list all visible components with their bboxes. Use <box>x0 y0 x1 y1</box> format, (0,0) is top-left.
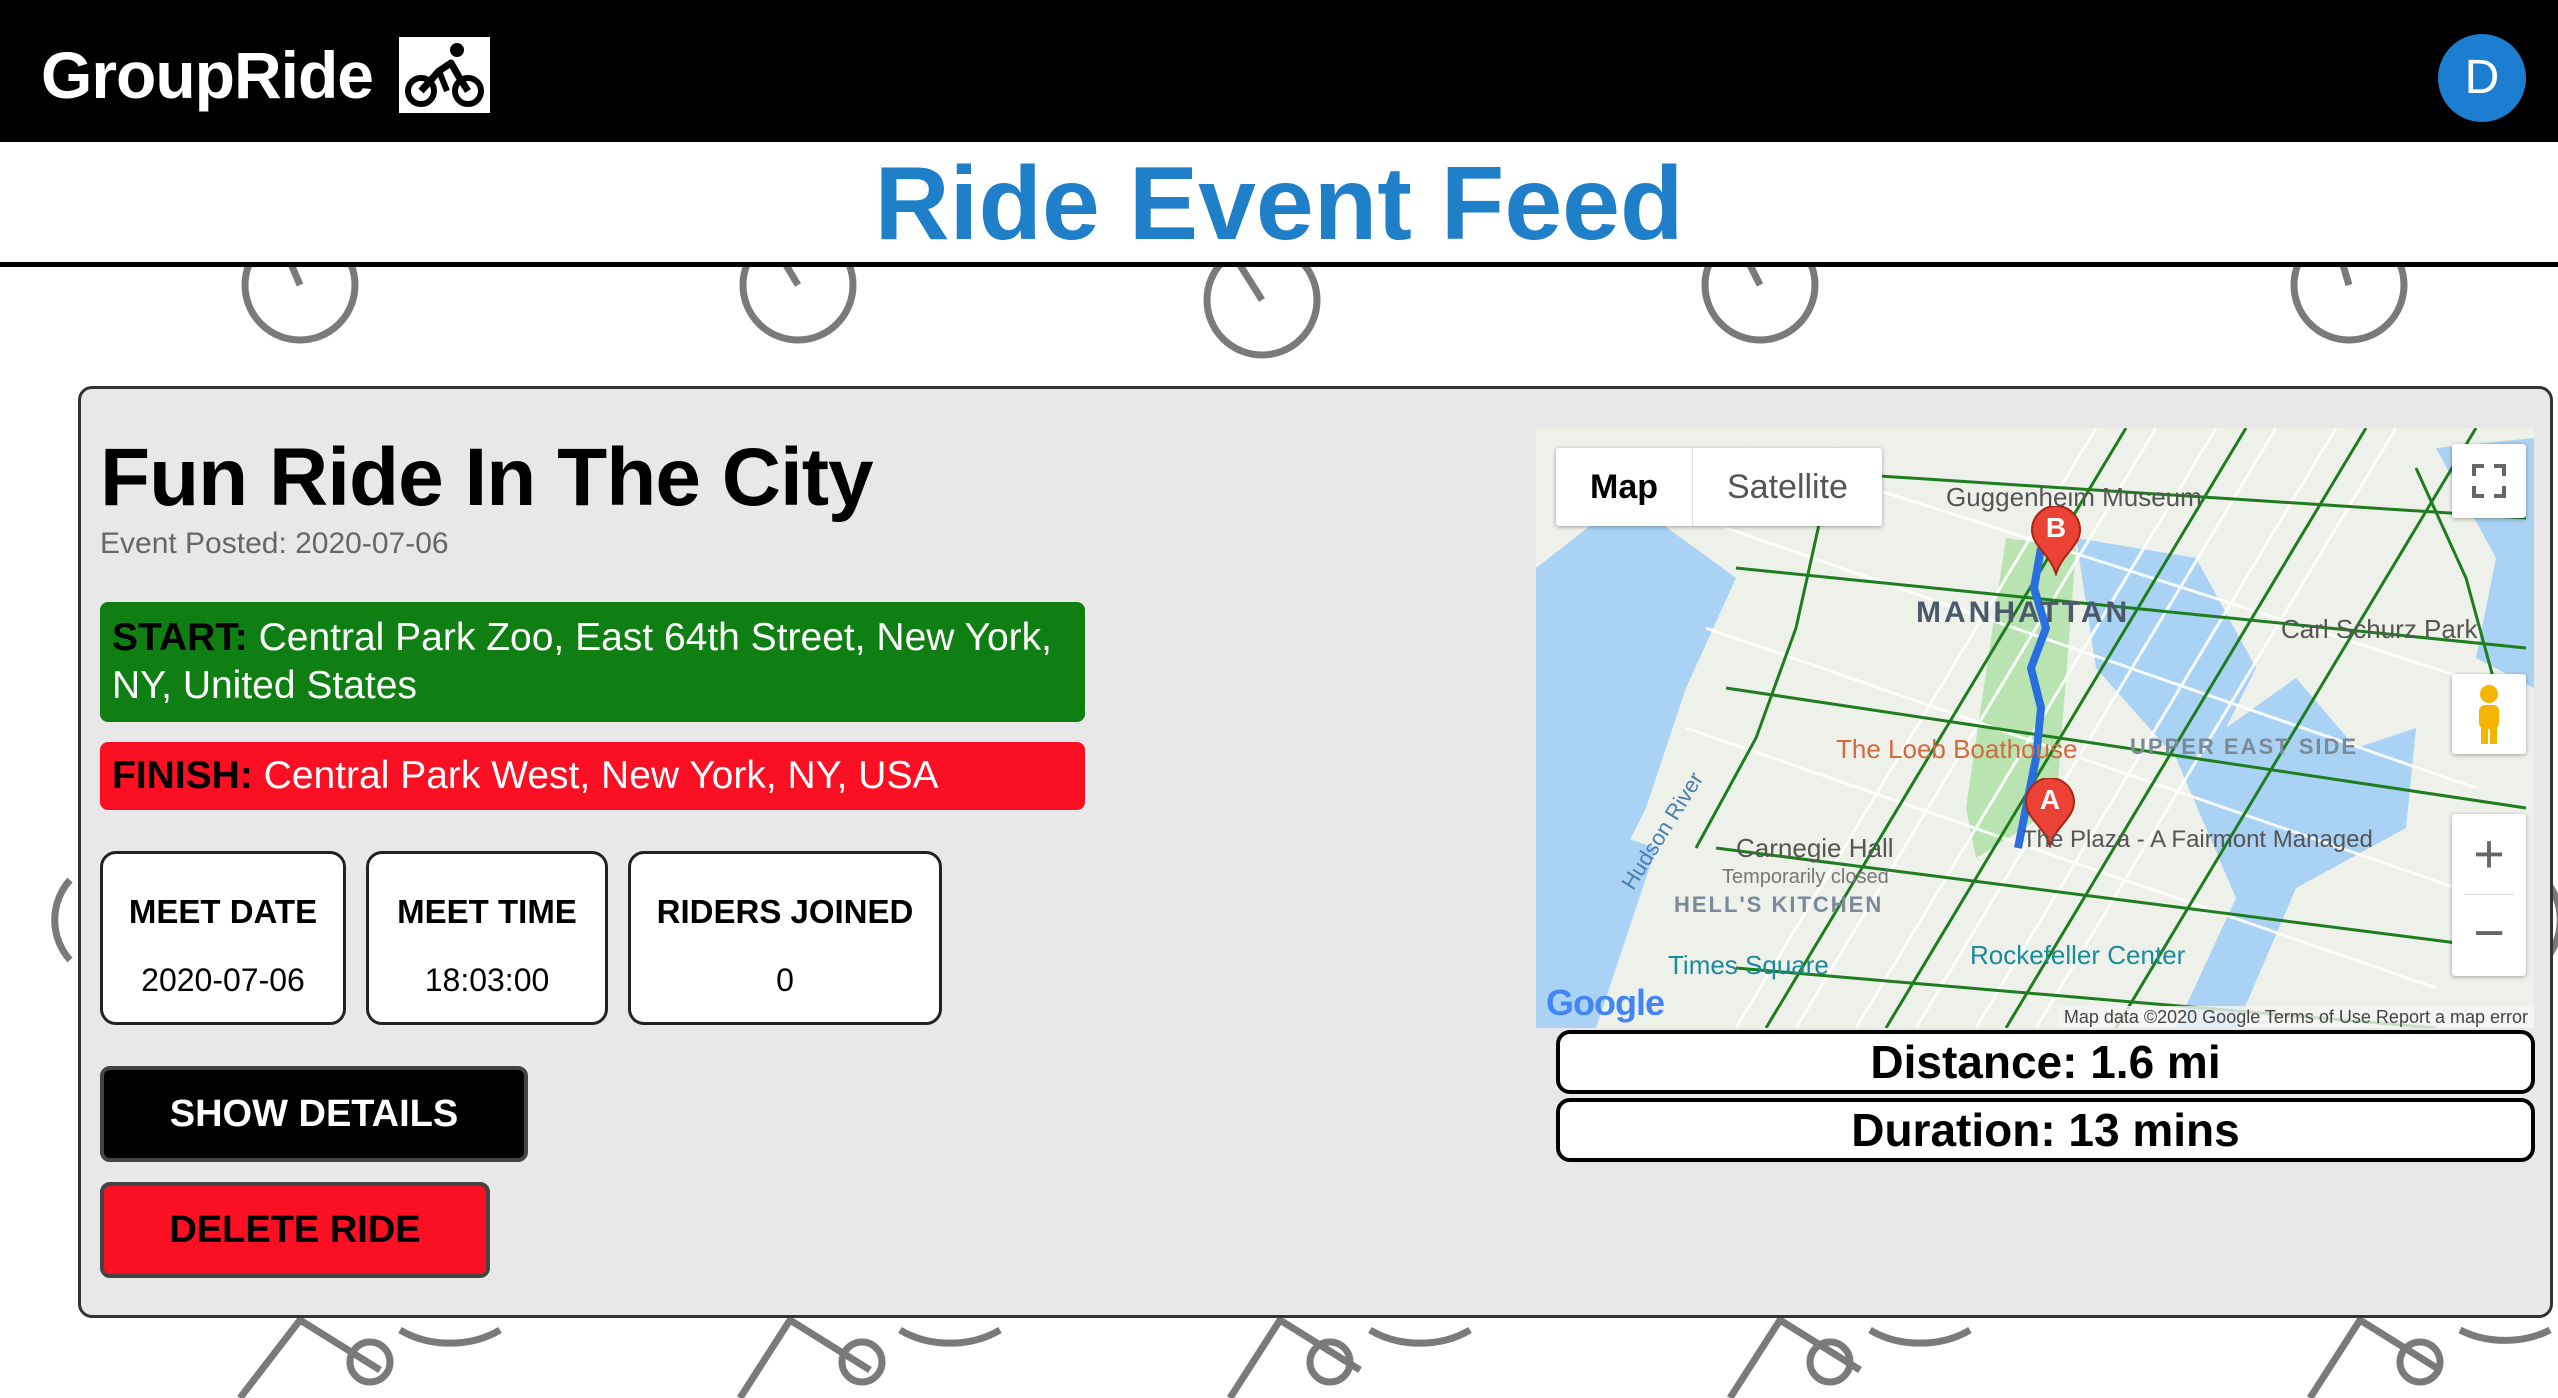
show-details-button[interactable]: SHOW DETAILS <box>100 1066 528 1162</box>
street-view-pegman[interactable] <box>2452 674 2526 754</box>
marker-b-label: B <box>2045 512 2067 543</box>
map-label-carl-schurz: Carl Schurz Park <box>2281 614 2478 644</box>
meet-date-label: MEET DATE <box>128 893 318 930</box>
meet-time-box: MEET TIME 18:03:00 <box>366 851 608 1025</box>
start-label: START: <box>112 616 248 659</box>
riders-joined-value: 0 <box>776 962 794 998</box>
event-posted-date: Event Posted: 2020-07-06 <box>100 527 449 560</box>
finish-location-bar: FINISH: Central Park West, New York, NY,… <box>100 742 1085 810</box>
delete-ride-button[interactable]: DELETE RIDE <box>100 1182 490 1278</box>
top-navbar: GroupRide D <box>0 0 2558 142</box>
map-label-manhattan: MANHATTAN <box>1916 596 2131 629</box>
map-label-carnegie-hall: Carnegie Hall <box>1736 833 1894 863</box>
meet-time-label: MEET TIME <box>397 893 577 930</box>
map-label-upper-east-side: UPPER EAST SIDE <box>2130 734 2359 759</box>
map-label-temporarily-closed: Temporarily closed <box>1722 866 1889 888</box>
ride-title: Fun Ride In The City <box>100 432 874 523</box>
cyclist-icon[interactable] <box>399 37 490 113</box>
start-location-bar: START: Central Park Zoo, East 64th Stree… <box>100 602 1085 722</box>
pegman-icon <box>2479 685 2499 744</box>
map-label-hells-kitchen: HELL'S KITCHEN <box>1674 892 1884 917</box>
start-location: Central Park Zoo, East 64th Street, New … <box>112 616 1052 707</box>
map-label-the-plaza: The Plaza - A Fairmont Managed <box>2022 826 2373 853</box>
map-label-times-square: Times Square <box>1668 950 1829 980</box>
marker-b[interactable]: B <box>2030 505 2082 581</box>
fullscreen-icon <box>2472 464 2506 498</box>
map-type-toggle: Map Satellite <box>1556 448 1882 526</box>
map-attribution[interactable]: Map data ©2020 Google Terms of Use Repor… <box>2057 1006 2534 1028</box>
map-label-guggenheim: Guggenheim Museum <box>1946 482 2202 512</box>
zoom-in-button[interactable]: + <box>2452 814 2526 894</box>
fullscreen-button[interactable] <box>2452 444 2526 518</box>
meet-time-value: 18:03:00 <box>424 962 550 998</box>
meet-date-value: 2020-07-06 <box>141 962 305 998</box>
marker-a-label: A <box>2039 784 2061 815</box>
brand-name[interactable]: GroupRide <box>41 37 374 113</box>
riders-joined-label: RIDERS JOINED <box>656 893 914 930</box>
google-logo: Google <box>1546 982 1665 1024</box>
meet-date-box: MEET DATE 2020-07-06 <box>100 851 346 1025</box>
riders-joined-box: RIDERS JOINED 0 <box>628 851 942 1025</box>
distance-display: Distance: 1.6 mi <box>1556 1030 2535 1094</box>
title-divider <box>0 262 2558 267</box>
google-logo-text: Google <box>1546 982 1665 1023</box>
map-label-rockefeller-center: Rockefeller Center <box>1970 940 2186 970</box>
route-map[interactable]: Map Satellite + − B A MANHATTAN Guggenhe… <box>1536 428 2534 1028</box>
page-title: Ride Event Feed <box>0 142 2558 262</box>
map-type-map-button[interactable]: Map <box>1556 448 1692 526</box>
zoom-out-button[interactable]: − <box>2452 895 2526 975</box>
finish-label: FINISH: <box>112 754 253 797</box>
map-type-satellite-button[interactable]: Satellite <box>1692 448 1882 526</box>
user-avatar[interactable]: D <box>2438 34 2526 122</box>
zoom-controls: + − <box>2452 814 2526 976</box>
duration-display: Duration: 13 mins <box>1556 1098 2535 1162</box>
finish-location: Central Park West, New York, NY, USA <box>263 754 939 797</box>
map-label-loeb-boathouse: The Loeb Boathouse <box>1836 734 2078 764</box>
